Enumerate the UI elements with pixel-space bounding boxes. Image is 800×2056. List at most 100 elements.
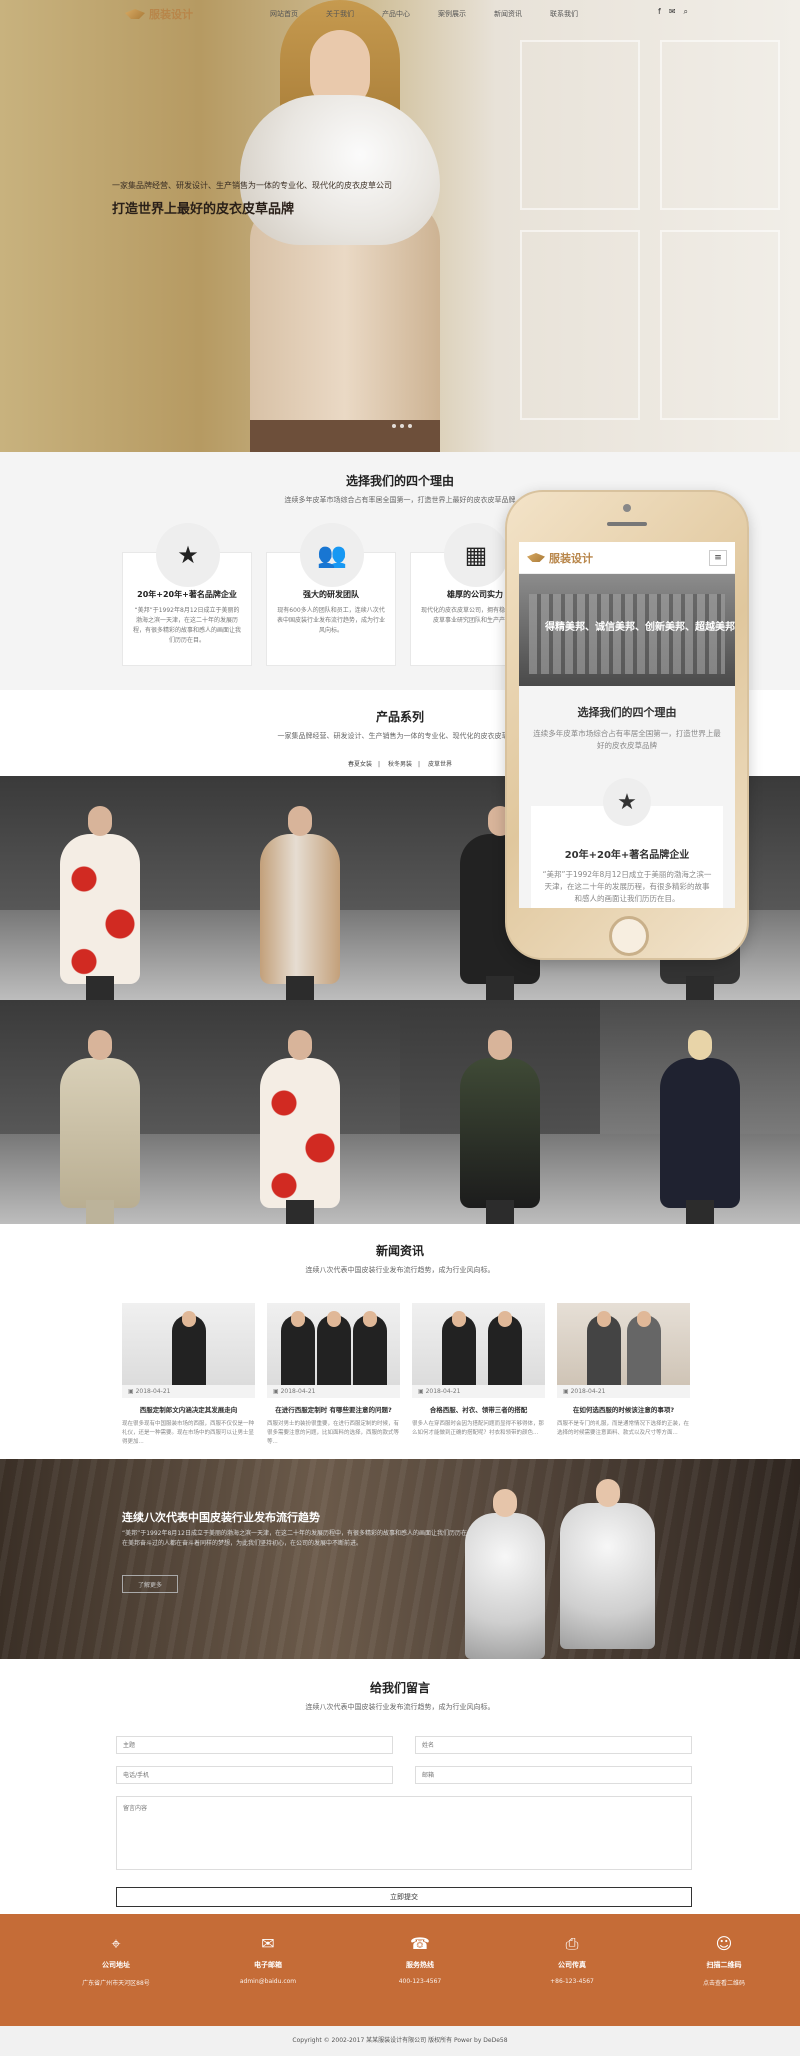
reason-card-title: 20年+20年+著名品牌企业 xyxy=(137,590,237,599)
news-item[interactable]: ▣ 2018-04-21 合格西服、衬衣、领带三者的搭配 很多人在穿西服时会因为… xyxy=(412,1303,545,1447)
hero-model-image xyxy=(240,0,470,452)
mobile-card-title: 20年+20年+著名品牌企业 xyxy=(564,850,690,861)
phone-mockup: 服装设计 ≡ 得精美邦、诚信美邦、创新美邦、超越美邦 选择我们的四个理由 连续多… xyxy=(505,490,749,960)
hero-title: 打造世界上最好的皮衣皮草品牌 xyxy=(112,202,295,217)
mail-icon[interactable]: ✉ xyxy=(669,7,676,17)
feature-banner: 连续八次代表中国皮装行业发布流行趋势 “美邦”于1992年8月12日成立于美丽的… xyxy=(0,1459,800,1659)
wall-panel xyxy=(660,40,780,210)
menu-item-news[interactable]: 新闻资讯 xyxy=(494,9,522,19)
mobile-banner-text: 得精美邦、诚信美邦、创新美邦、超越美邦 xyxy=(545,622,735,633)
news-item-excerpt: 西服对男士的装扮很重要，在进行西服定制的时候，有很多需要注意的问题，比如面料的选… xyxy=(267,1421,400,1445)
logo-wing-icon xyxy=(527,553,545,562)
phone-input[interactable] xyxy=(116,1766,393,1784)
phone-speaker xyxy=(607,522,647,526)
news-image xyxy=(412,1303,545,1385)
news-item-title[interactable]: 合格西服、衬衣、领带三者的搭配 xyxy=(412,1404,545,1414)
news-date: ▣ 2018-04-21 xyxy=(412,1385,545,1398)
wall-panel xyxy=(520,40,640,210)
footer-item-phone: ☎ 服务热线 400-123-4567 xyxy=(344,1934,496,2026)
footer-item-email: ✉ 电子邮箱 admin@baidu.com xyxy=(192,1934,344,2026)
slider-dot[interactable] xyxy=(408,424,412,428)
news-item[interactable]: ▣ 2018-04-21 在进行西服定制时 有哪些要注意的问题? 西服对男士的装… xyxy=(267,1303,400,1447)
mail-icon: ✉ xyxy=(261,1934,275,1953)
slider-dot[interactable] xyxy=(400,424,404,428)
product-tile[interactable] xyxy=(200,776,400,1000)
submit-button[interactable]: 立即提交 xyxy=(116,1887,692,1907)
tab-spring-summer[interactable]: 春夏女装 xyxy=(348,761,372,768)
footer-item-value[interactable]: 400-123-4567 xyxy=(344,1978,496,1985)
news-image xyxy=(267,1303,400,1385)
news-item[interactable]: ▣ 2018-04-21 西服定制郎文内涵决定其发展走向 现在很多现有中国服装市… xyxy=(122,1303,255,1447)
reason-card-text: 现有600多人的团队和员工，连续八次代表中国皮装行业发布流行趋势，成为行业风向标… xyxy=(277,607,386,634)
mobile-logo[interactable]: 服装设计 xyxy=(527,550,593,566)
feature-model-image xyxy=(465,1489,545,1659)
footer-item-value[interactable]: 点击查看二维码 xyxy=(648,1978,800,1987)
footer-item-label: 公司地址 xyxy=(102,1961,130,1969)
search-icon[interactable]: ⌕ xyxy=(684,7,688,17)
wall-panel xyxy=(660,230,780,420)
menu-item-products[interactable]: 产品中心 xyxy=(382,9,410,19)
name-input[interactable] xyxy=(415,1736,692,1754)
product-tile[interactable] xyxy=(0,1000,200,1224)
product-tile[interactable] xyxy=(200,1000,400,1224)
footer-item-qrcode: ☺ 扫描二维码 点击查看二维码 xyxy=(648,1934,800,2026)
logo-wing-icon xyxy=(125,9,145,19)
footer-item-fax: ⎙ 公司传真 +86-123-4567 xyxy=(496,1934,648,2026)
message-title: 给我们留言 xyxy=(369,1681,430,1695)
mobile-card-text: “美邦”于1992年8月12日成立于美丽的渤海之滨一天津，在这二十年的发展历程，… xyxy=(542,870,712,903)
site-logo[interactable]: 服装设计 xyxy=(125,6,193,22)
reason-card: 👥 强大的研发团队 现有600多人的团队和员工，连续八次代表中国皮装行业发布流行… xyxy=(266,523,396,666)
message-form: 立即提交 xyxy=(116,1736,692,1907)
news-date: ▣ 2018-04-21 xyxy=(557,1385,690,1398)
phone-screen: 服装设计 ≡ 得精美邦、诚信美邦、创新美邦、超越美邦 选择我们的四个理由 连续多… xyxy=(519,542,735,908)
footer-item-value[interactable]: admin@baidu.com xyxy=(192,1978,344,1985)
product-tile[interactable] xyxy=(600,1000,800,1224)
slider-dot[interactable] xyxy=(392,424,396,428)
footer-item-value: +86-123-4567 xyxy=(550,1978,594,1985)
news-item[interactable]: ▣ 2018-04-21 在如何选西服的时候该注意的事项? 西服不是专门的礼服，… xyxy=(557,1303,690,1447)
message-textarea[interactable] xyxy=(116,1796,692,1870)
product-tile[interactable] xyxy=(0,776,200,1000)
news-image xyxy=(122,1303,255,1385)
location-icon: ⌖ xyxy=(111,1934,121,1953)
reason-card-title: 强大的研发团队 xyxy=(303,590,359,599)
menu-item-home[interactable]: 网站首页 xyxy=(270,9,298,19)
footer-item-value: 广东省广州市天河区88号 xyxy=(82,1980,150,1987)
mobile-section-title: 选择我们的四个理由 xyxy=(577,706,677,719)
mobile-logo-text: 服装设计 xyxy=(549,551,593,565)
phone-home-button xyxy=(609,916,649,956)
mobile-reason-card: ★ 20年+20年+著名品牌企业 “美邦”于1992年8月12日成立于美丽的渤海… xyxy=(531,778,723,908)
reason-card: ★ 20年+20年+著名品牌企业 “美邦”于1992年8月12日成立于美丽的渤海… xyxy=(122,523,252,666)
mobile-header: 服装设计 ≡ xyxy=(519,542,735,574)
product-tile[interactable] xyxy=(400,1000,600,1224)
star-icon: ★ xyxy=(156,523,220,587)
phone-icon: ☎ xyxy=(410,1934,430,1953)
news-item-title[interactable]: 在进行西服定制时 有哪些要注意的问题? xyxy=(267,1404,400,1414)
news-item-title[interactable]: 在如何选西服的时候该注意的事项? xyxy=(557,1404,690,1414)
footer-item-label: 扫描二维码 xyxy=(706,1961,742,1969)
menu-item-cases[interactable]: 案例展示 xyxy=(438,9,466,19)
wechat-icon: ☺ xyxy=(715,1934,733,1953)
footer-item-label: 公司传真 xyxy=(558,1961,586,1969)
phone-camera xyxy=(623,504,631,512)
tab-fur-world[interactable]: 皮草世界 xyxy=(428,761,452,768)
hero-subtitle: 一家集品牌经营、研发设计、生产销售为一体的专业化、现代化的皮衣皮草公司 xyxy=(112,181,392,190)
subject-input[interactable] xyxy=(116,1736,393,1754)
feature-model-image xyxy=(560,1479,655,1649)
feature-text: “美邦”于1992年8月12日成立于美丽的渤海之滨一天津，在这二十年的发展历程中… xyxy=(122,1530,497,1547)
learn-more-button[interactable]: 了解更多 xyxy=(122,1575,178,1593)
news-item-title[interactable]: 西服定制郎文内涵决定其发展走向 xyxy=(122,1404,255,1414)
star-icon: ★ xyxy=(603,778,651,826)
copyright-bar: Copyright © 2002-2017 某某服装设计有限公司 版权所有 Po… xyxy=(0,2026,800,2056)
menu-item-about[interactable]: 关于我们 xyxy=(326,9,354,19)
team-icon: 👥 xyxy=(300,523,364,587)
wall-panel xyxy=(520,230,640,420)
menu-item-contact[interactable]: 联系我们 xyxy=(550,9,578,19)
hamburger-menu-icon[interactable]: ≡ xyxy=(709,549,727,566)
facebook-icon[interactable]: f xyxy=(658,7,661,17)
slider-dots xyxy=(392,424,412,428)
email-input[interactable] xyxy=(415,1766,692,1784)
top-navigation: 服装设计 网站首页 关于我们 产品中心 案例展示 新闻资讯 联系我们 f ✉ ⌕ xyxy=(0,0,800,28)
mobile-banner: 得精美邦、诚信美邦、创新美邦、超越美邦 xyxy=(519,574,735,686)
tab-autumn-winter[interactable]: 秋冬男装 xyxy=(388,761,412,768)
